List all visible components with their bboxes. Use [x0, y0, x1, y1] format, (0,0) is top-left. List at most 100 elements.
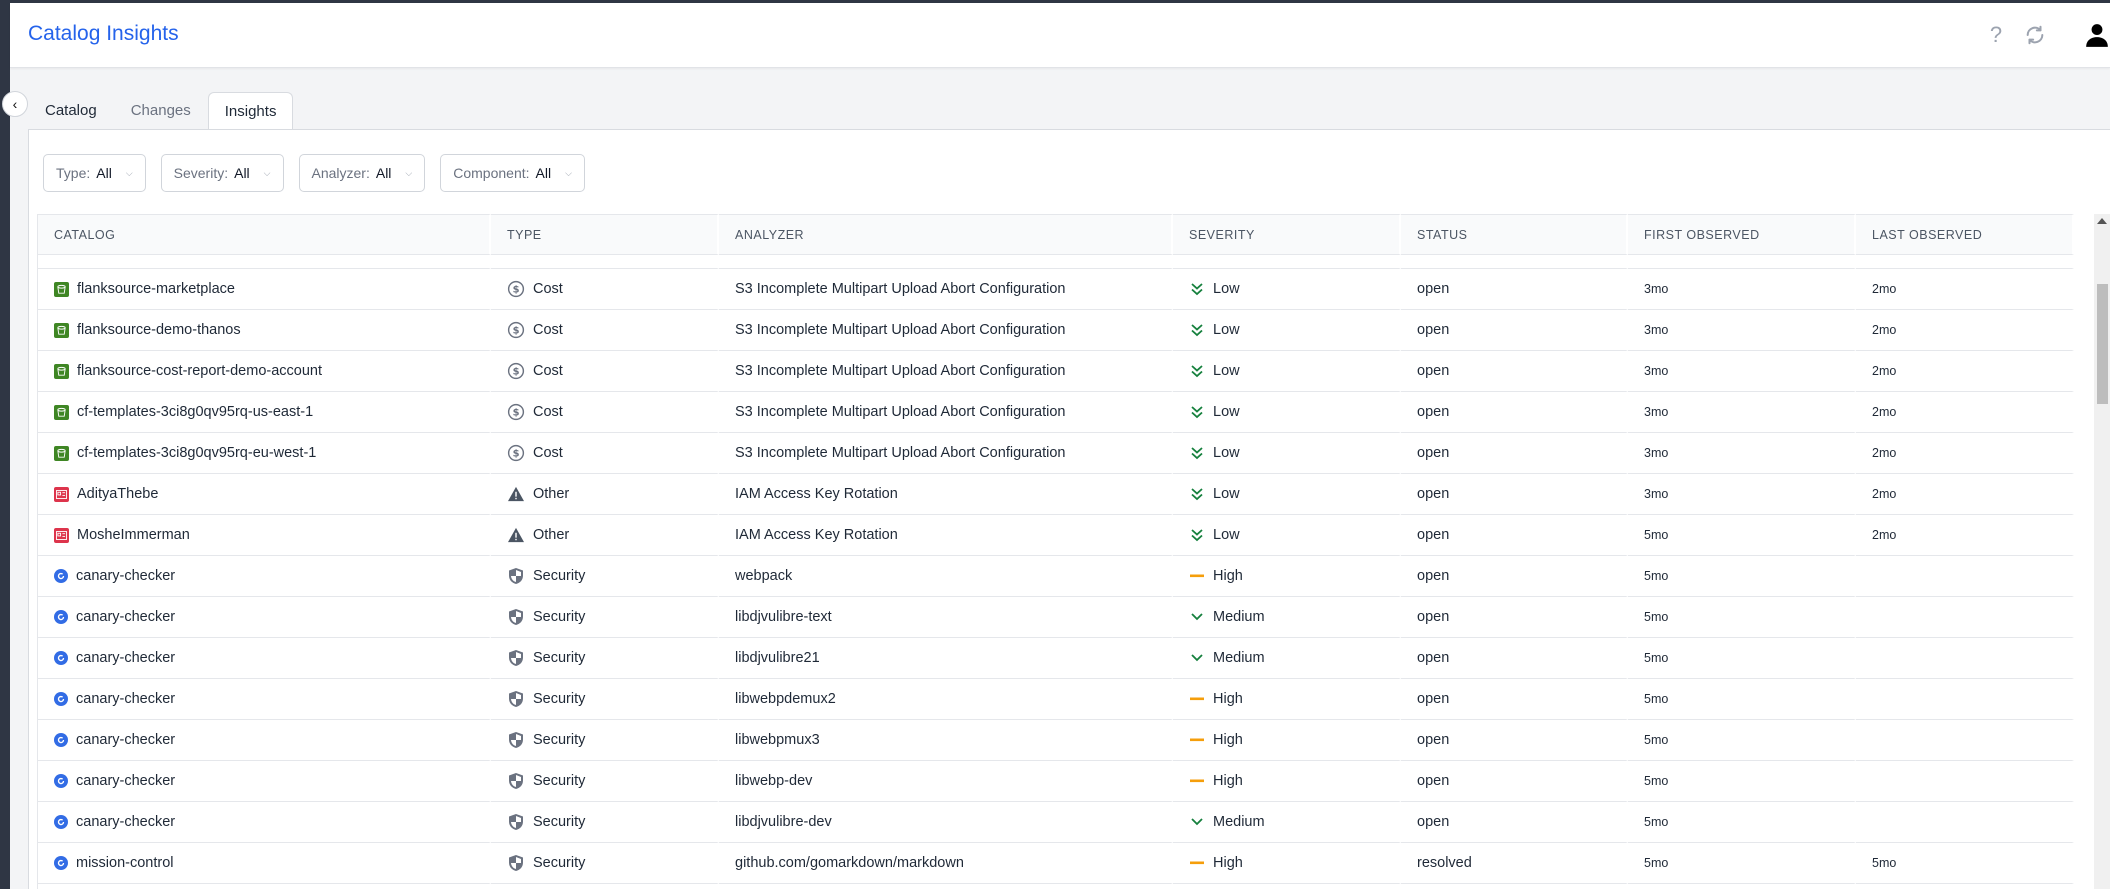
severity-low-icon: [1189, 487, 1205, 501]
severity-label: Low: [1213, 281, 1240, 298]
table-scrollbar[interactable]: [2094, 214, 2110, 889]
filter-analyzer[interactable]: Analyzer: All ⌵: [298, 154, 426, 192]
catalog-name[interactable]: canary-checker: [76, 732, 175, 748]
catalog-name[interactable]: canary-checker: [76, 691, 175, 707]
column-header-last-observed[interactable]: LAST OBSERVED: [1856, 214, 2074, 255]
first-observed-cell: 5mo: [1628, 802, 1856, 843]
table-row[interactable]: flanksource-marketplace $ Cost S3 Incomplet…: [38, 269, 2074, 310]
catalog-name[interactable]: canary-checker: [76, 814, 175, 830]
column-header-type[interactable]: TYPE: [491, 214, 719, 255]
catalog-name[interactable]: flanksource-cost-report-demo-account: [77, 363, 322, 379]
column-header-first-observed[interactable]: FIRST OBSERVED: [1628, 214, 1856, 255]
collapse-sidebar-button[interactable]: ‹: [2, 91, 28, 117]
catalog-name[interactable]: canary-checker: [76, 650, 175, 666]
last-observed-cell: 2mo: [1856, 310, 2074, 351]
catalog-cell: canary-checker: [38, 761, 491, 802]
tab-insights[interactable]: Insights: [207, 92, 294, 130]
kubernetes-icon: [54, 569, 68, 584]
filter-bar: Type: All ⌵ Severity: All ⌵ Analyzer: Al…: [43, 154, 585, 192]
s3-bucket-icon: [54, 445, 69, 461]
last-observed-cell: [1856, 802, 2074, 843]
catalog-name[interactable]: mission-control: [76, 855, 174, 871]
refresh-icon[interactable]: [2022, 21, 2048, 49]
shield-icon: [507, 649, 525, 667]
table-row[interactable]: canary-checker Security libdjvulibre-text M…: [38, 597, 2074, 638]
warning-icon: [507, 526, 525, 544]
status-cell: open: [1401, 720, 1628, 761]
severity-cell: High: [1173, 843, 1401, 884]
table-row[interactable]: canary-checker Security libdjvulibre-dev Me…: [38, 802, 2074, 843]
page-title: Catalog Insights: [28, 22, 179, 45]
last-observed-cell: 2mo: [1856, 433, 2074, 474]
status-cell: open: [1401, 679, 1628, 720]
column-header-status[interactable]: STATUS: [1401, 214, 1628, 255]
severity-label: High: [1213, 691, 1243, 708]
column-header-analyzer[interactable]: ANALYZER: [719, 214, 1173, 255]
catalog-name[interactable]: cf-templates-3ci8g0qv95rq-eu-west-1: [77, 445, 316, 461]
last-observed-cell: 2mo: [1856, 392, 2074, 433]
table-row[interactable]: canary-checker Security libdjvulibre21 Medi…: [38, 638, 2074, 679]
shield-icon: [507, 690, 525, 708]
scroll-up-arrow-icon[interactable]: [2097, 218, 2107, 224]
first-observed-cell: 3mo: [1628, 433, 1856, 474]
first-observed-cell: 5mo: [1628, 556, 1856, 597]
tab-catalog[interactable]: Catalog: [28, 91, 114, 129]
severity-cell: High: [1173, 720, 1401, 761]
filter-severity[interactable]: Severity: All ⌵: [160, 154, 284, 192]
table-row[interactable]: MosheImmerman Other IAM Access Key Rotatio…: [38, 515, 2074, 556]
catalog-name[interactable]: flanksource-marketplace: [77, 281, 235, 297]
type-label: Security: [533, 814, 586, 830]
severity-cell: High: [1173, 761, 1401, 802]
analyzer-cell: S3 Incomplete Multipart Upload Abort Con…: [719, 392, 1173, 433]
type-cell: Security: [491, 761, 719, 802]
catalog-cell: canary-checker: [38, 720, 491, 761]
column-header-severity[interactable]: SEVERITY: [1173, 214, 1401, 255]
dollar-icon: $: [507, 362, 525, 380]
table-row[interactable]: canary-checker Security libwebp-dev High ope…: [38, 761, 2074, 802]
table-row[interactable]: flanksource-cost-report-demo-account $ Cos…: [38, 351, 2074, 392]
shield-icon: [507, 608, 525, 626]
table-row[interactable]: canary-checker Security libwebpmux3 High ope…: [38, 720, 2074, 761]
table-row[interactable]: AdityaThebe Other IAM Access Key Rotation L…: [38, 474, 2074, 515]
last-observed-cell: [1856, 679, 2074, 720]
tab-changes[interactable]: Changes: [114, 91, 208, 129]
table-row[interactable]: canary-checker Security libwebpdemux2 High o…: [38, 679, 2074, 720]
severity-cell: Medium: [1173, 802, 1401, 843]
status-cell: open: [1401, 556, 1628, 597]
status-cell: open: [1401, 474, 1628, 515]
column-header-catalog[interactable]: CATALOG: [38, 214, 491, 255]
top-bar: Catalog Insights ?: [10, 3, 2110, 68]
filter-component[interactable]: Component: All ⌵: [440, 154, 585, 192]
filter-label: Severity:: [173, 165, 229, 181]
type-label: Other: [533, 486, 570, 502]
severity-cell: Low: [1173, 515, 1401, 556]
catalog-name[interactable]: MosheImmerman: [77, 527, 190, 543]
severity-cell: Low: [1173, 433, 1401, 474]
table-row[interactable]: cf-templates-3ci8g0qv95rq-eu-west-1 $ Cost…: [38, 433, 2074, 474]
catalog-cell: canary-checker: [38, 638, 491, 679]
severity-label: Medium: [1213, 814, 1265, 831]
table-row[interactable]: flanksource-demo-thanos $ Cost S3 Incomplet…: [38, 310, 2074, 351]
user-icon[interactable]: [2084, 21, 2110, 49]
table-row[interactable]: cf-templates-3ci8g0qv95rq-us-east-1 $ Cost…: [38, 392, 2074, 433]
s3-bucket-icon: [54, 404, 69, 420]
table-row[interactable]: mission-control Security github.com/gomark…: [38, 843, 2074, 884]
svg-text:$: $: [513, 285, 520, 296]
s3-bucket-icon: [54, 281, 69, 297]
status-cell: open: [1401, 515, 1628, 556]
catalog-name[interactable]: canary-checker: [76, 609, 175, 625]
catalog-name[interactable]: canary-checker: [76, 773, 175, 789]
table-row-partial[interactable]: [38, 255, 2074, 269]
type-cell: Security: [491, 556, 719, 597]
catalog-name[interactable]: flanksource-demo-thanos: [77, 322, 241, 338]
severity-low-icon: [1189, 528, 1205, 542]
filter-type[interactable]: Type: All ⌵: [43, 154, 146, 192]
catalog-name[interactable]: AdityaThebe: [77, 486, 158, 502]
help-icon[interactable]: ?: [1984, 21, 2008, 49]
dollar-icon: $: [507, 321, 525, 339]
table-row[interactable]: canary-checker Security webpack High open 5mo: [38, 556, 2074, 597]
catalog-name[interactable]: canary-checker: [76, 568, 175, 584]
scroll-thumb[interactable]: [2097, 284, 2108, 404]
catalog-name[interactable]: cf-templates-3ci8g0qv95rq-us-east-1: [77, 404, 313, 420]
analyzer-cell: github.com/gomarkdown/markdown: [719, 843, 1173, 884]
